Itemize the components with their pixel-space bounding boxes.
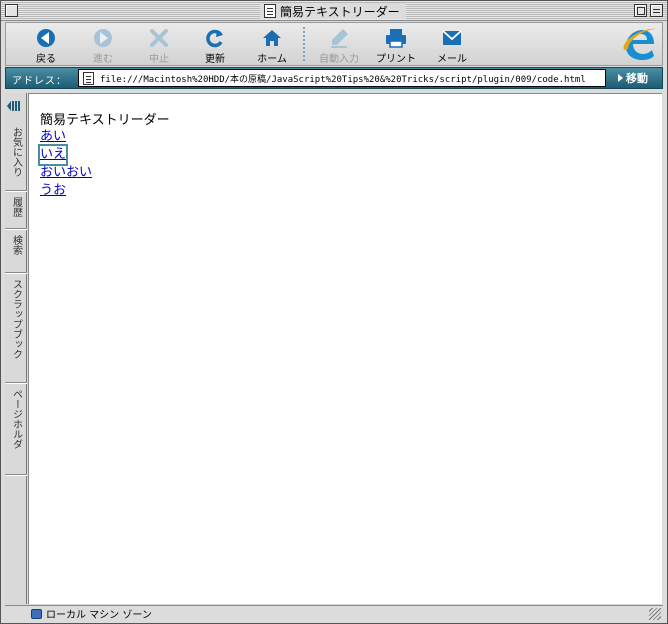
page-heading: 簡易テキストリーダー	[40, 113, 170, 128]
refresh-button[interactable]: 更新	[189, 23, 241, 65]
back-arrow-icon	[34, 26, 58, 49]
list-item-link[interactable]: あい	[40, 128, 66, 146]
security-zone-text: ローカル マシン ゾーン	[46, 610, 152, 621]
go-label: 移動	[626, 72, 648, 85]
refresh-icon	[203, 26, 227, 49]
document-icon	[264, 4, 276, 18]
printer-icon	[384, 26, 408, 49]
tab-page-holder-label: ページホルダ	[10, 389, 22, 449]
print-button[interactable]: プリント	[370, 23, 422, 65]
tab-favorites[interactable]: お気に入り	[5, 121, 27, 191]
home-label: ホーム	[257, 54, 287, 65]
toolbar: 戻る 進む 中止 更新 ホーム 自動入力 プリント メール	[5, 22, 663, 66]
collapse-box[interactable]	[650, 4, 663, 17]
computer-zone-icon	[31, 608, 42, 619]
tab-history-label: 履歴	[10, 197, 22, 217]
zoom-box[interactable]	[634, 4, 647, 17]
address-bar: アドレス： file:///Macintosh%20HDD/本の原稿/JavaS…	[5, 67, 663, 89]
title-bar[interactable]: 簡易テキストリーダー	[1, 1, 667, 21]
close-box[interactable]	[5, 4, 18, 17]
window-title-box: 簡易テキストリーダー	[260, 3, 406, 19]
forward-arrow-icon	[91, 26, 115, 49]
window-title: 簡易テキストリーダー	[280, 4, 400, 19]
page-document-icon	[83, 71, 94, 85]
autofill-button[interactable]: 自動入力	[313, 23, 365, 65]
ie-logo-icon	[622, 25, 658, 63]
tab-search[interactable]: 検索	[5, 229, 27, 273]
back-label: 戻る	[36, 54, 56, 65]
tab-page-holder[interactable]: ページホルダ	[5, 383, 27, 475]
print-label: プリント	[376, 54, 416, 65]
link-list: あい いえ おいおい うお	[37, 128, 92, 200]
stop-label: 中止	[149, 54, 169, 65]
browser-window: 簡易テキストリーダー 戻る 進む 中止 更新 ホーム 自動入力 プリント メール…	[0, 0, 668, 624]
autofill-label: 自動入力	[319, 54, 359, 65]
home-icon	[260, 26, 284, 49]
status-bar: ローカル マシン ゾーン	[5, 605, 663, 621]
address-input[interactable]: file:///Macintosh%20HDD/本の原稿/JavaScript%…	[78, 69, 606, 87]
list-item-link[interactable]: うお	[40, 182, 66, 200]
tab-scrapbook-label: スクラップブック	[10, 279, 22, 359]
tab-history[interactable]: 履歴	[5, 191, 27, 229]
mail-button[interactable]: メール	[426, 23, 478, 65]
go-button[interactable]: 移動	[618, 70, 648, 86]
stop-x-icon	[147, 26, 171, 49]
resize-grip-icon[interactable]	[649, 608, 661, 620]
home-button[interactable]: ホーム	[246, 23, 298, 65]
mail-label: メール	[437, 54, 467, 65]
toolbar-separator	[303, 27, 305, 61]
explorer-bar: お気に入り 履歴 検索 スクラップブック ページホルダ	[5, 93, 27, 604]
page-content: 簡易テキストリーダー あい いえ おいおい うお	[28, 93, 662, 604]
list-item-link-focused[interactable]: いえ	[37, 144, 69, 166]
tab-favorites-label: お気に入り	[10, 127, 22, 177]
refresh-label: 更新	[205, 54, 225, 65]
list-item-link[interactable]: おいおい	[40, 164, 92, 182]
address-label: アドレス：	[12, 76, 67, 87]
autofill-icon	[327, 26, 351, 49]
tab-scrapbook[interactable]: スクラップブック	[5, 273, 27, 383]
stop-button[interactable]: 中止	[133, 23, 185, 65]
back-button[interactable]: 戻る	[20, 23, 72, 65]
address-url: file:///Macintosh%20HDD/本の原稿/JavaScript%…	[100, 74, 586, 85]
mail-icon	[440, 26, 464, 49]
forward-button[interactable]: 進む	[77, 23, 129, 65]
forward-label: 進む	[93, 54, 113, 65]
explorer-toggle-icon[interactable]	[6, 99, 24, 113]
tab-search-label: 検索	[10, 235, 22, 255]
go-arrow-icon	[618, 74, 623, 82]
